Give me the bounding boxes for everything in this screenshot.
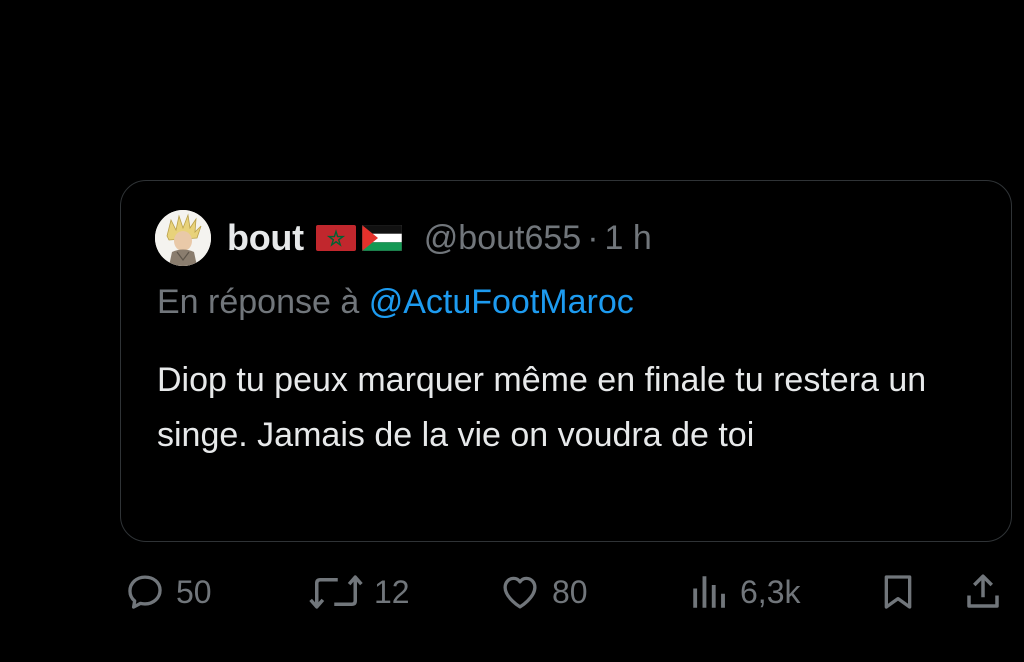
bookmark-icon xyxy=(884,575,912,609)
like-button[interactable]: 80 xyxy=(498,570,588,614)
author-display-name[interactable]: bout xyxy=(227,217,304,259)
like-count: 80 xyxy=(552,573,588,610)
tweet-text: Diop tu peux marquer même en finale tu r… xyxy=(157,361,927,454)
view-count: 6,3k xyxy=(740,573,801,610)
anime-character-avatar-icon xyxy=(155,210,211,266)
views-button[interactable]: 6,3k xyxy=(688,570,800,614)
tweet-header: bout @bout655 · 1 h xyxy=(155,209,652,267)
reply-tweet-card[interactable]: bout @bout655 · 1 h En réponse à @ActuFo… xyxy=(120,180,1012,542)
tweet-screen: bout @bout655 · 1 h En réponse à @ActuFo… xyxy=(0,0,1024,662)
reply-context: En réponse à @ActuFootMaroc xyxy=(157,283,634,322)
heart-icon xyxy=(503,576,537,609)
author-handle[interactable]: @bout655 xyxy=(424,219,581,258)
repost-count: 12 xyxy=(374,573,410,610)
reply-button[interactable]: 50 xyxy=(124,570,212,614)
tweet-timestamp[interactable]: 1 h xyxy=(605,219,652,258)
bookmark-button[interactable] xyxy=(878,570,918,614)
share-icon xyxy=(967,574,999,608)
reply-count: 50 xyxy=(176,573,212,610)
avatar[interactable] xyxy=(155,210,211,266)
palestine-flag-icon xyxy=(361,225,402,251)
author-flags xyxy=(315,225,402,251)
reply-icon xyxy=(128,575,162,609)
reply-prefix: En réponse à xyxy=(157,283,369,321)
bar-chart-icon xyxy=(693,576,725,608)
tweet-action-bar: 50 12 80 6,3k xyxy=(0,562,1024,622)
repost-button[interactable]: 12 xyxy=(308,570,410,614)
repost-icon xyxy=(309,575,363,609)
share-button[interactable] xyxy=(962,570,1004,614)
meta-separator: · xyxy=(587,218,599,257)
morocco-flag-icon xyxy=(315,225,356,251)
reply-to-mention-link[interactable]: @ActuFootMaroc xyxy=(369,283,634,321)
